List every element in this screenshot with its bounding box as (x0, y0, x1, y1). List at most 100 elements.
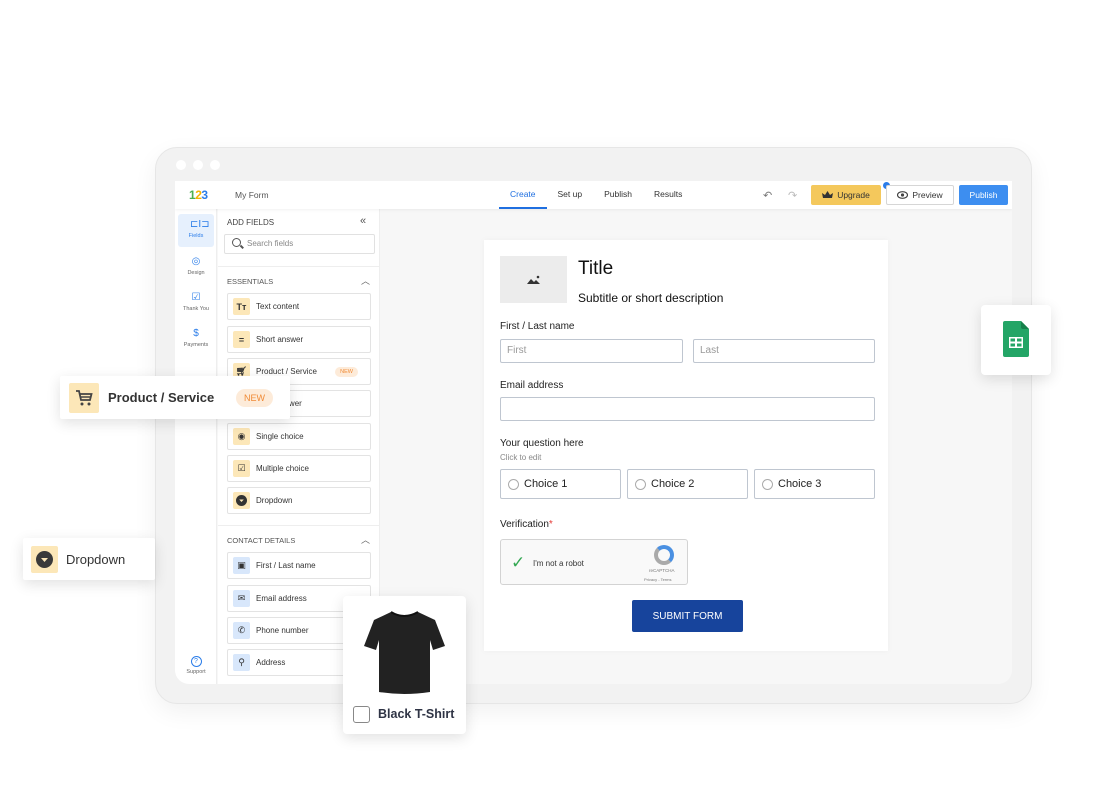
question-label[interactable]: Your question here (500, 438, 584, 449)
form-name[interactable]: My Form (235, 190, 269, 200)
recaptcha-logo-icon (654, 545, 674, 565)
first-name-input[interactable]: First (500, 339, 683, 363)
logo-digit: 3 (201, 188, 208, 202)
window-dot (210, 160, 220, 170)
field-label: Address (256, 658, 286, 667)
field-first-last-name[interactable]: ▣ First / Last name (227, 552, 371, 579)
window-dots (176, 160, 220, 170)
section-title: ESSENTIALS (227, 277, 274, 286)
email-label: Email address (500, 380, 564, 391)
support-label: Support (186, 669, 206, 675)
chevron-up-icon: ︿ (361, 276, 371, 286)
logo[interactable]: 123 (189, 188, 208, 202)
question-hint: Click to edit (500, 453, 542, 462)
chevron-up-icon: ︿ (361, 535, 371, 545)
field-label: Single choice (256, 432, 304, 441)
rail-item-label: Fields (188, 233, 204, 239)
form-canvas: Title Subtitle or short description Firs… (381, 209, 1012, 684)
help-icon: ? (190, 656, 202, 667)
choice-option[interactable]: Choice 2 (627, 469, 748, 499)
name-label: First / Last name (500, 321, 575, 332)
section-essentials[interactable]: ESSENTIALS ︿ (218, 266, 380, 292)
product-checkbox[interactable] (353, 706, 370, 723)
search-fields-input[interactable]: Search fields (224, 234, 375, 254)
tab-results[interactable]: Results (643, 181, 693, 209)
choice-label: Choice 1 (524, 478, 568, 490)
envelope-icon: ✉ (233, 590, 250, 607)
main-tabs: Create Set up Publish Results (499, 181, 693, 209)
captcha-text: I'm not a robot (533, 559, 584, 568)
publish-button[interactable]: Publish (959, 185, 1008, 205)
field-label: Multiple choice (256, 464, 309, 473)
short-answer-icon: = (233, 331, 250, 348)
upgrade-button[interactable]: Upgrade (811, 185, 881, 205)
choice-label: Choice 2 (651, 478, 695, 490)
rail-item-payments[interactable]: $ Payments (178, 323, 214, 356)
window-dot (176, 160, 186, 170)
fields-icon: ⊏I⊐ (190, 219, 210, 230)
checkbox-icon: ☑ (233, 460, 250, 477)
tab-create[interactable]: Create (499, 181, 547, 209)
contact-card-icon: ▣ (233, 557, 250, 574)
image-placeholder[interactable] (500, 256, 567, 303)
captcha-links[interactable]: Privacy - Terms (644, 577, 671, 582)
panel-title: ADD FIELDS (227, 218, 275, 227)
form-builder-app: 123 My Form Create Set up Publish Result… (175, 181, 1012, 684)
undo-icon[interactable]: ↶ (763, 189, 772, 202)
rail-item-label: Design (187, 270, 205, 276)
form-subtitle[interactable]: Subtitle or short description (578, 291, 723, 305)
radio-button[interactable] (762, 478, 773, 490)
dollar-icon: $ (193, 328, 199, 339)
form-title[interactable]: Title (578, 258, 613, 280)
collapse-panel-icon[interactable]: « (360, 215, 366, 227)
submit-form-button[interactable]: SUBMIT FORM (632, 600, 743, 632)
radio-button[interactable] (508, 478, 519, 490)
verification-label: Verification* (500, 519, 553, 530)
text-icon: Tт (233, 298, 250, 315)
google-sheets-icon (1003, 321, 1029, 357)
field-multiple-choice[interactable]: ☑ Multiple choice (227, 455, 371, 482)
rail-item-design[interactable]: ◎ Design (178, 251, 214, 284)
field-text-content[interactable]: Tт Text content (227, 293, 371, 320)
dropdown-icon (233, 492, 250, 509)
floating-product-service-card[interactable]: Product / Service NEW (60, 376, 290, 419)
rail-item-label: Payments (183, 342, 209, 348)
radio-button[interactable] (635, 478, 646, 490)
redo-icon[interactable]: ↷ (788, 189, 797, 202)
product-label: Black T-Shirt (378, 707, 455, 721)
preview-label: Preview (912, 190, 943, 200)
email-input[interactable] (500, 397, 875, 421)
checkmark-icon[interactable]: ✓ (511, 553, 525, 573)
eye-icon (897, 191, 909, 199)
field-label: Email address (256, 594, 307, 603)
google-sheets-card[interactable] (981, 305, 1051, 375)
field-short-answer[interactable]: = Short answer (227, 326, 371, 353)
tab-setup[interactable]: Set up (547, 181, 594, 209)
tab-publish[interactable]: Publish (593, 181, 643, 209)
preview-button[interactable]: Preview (886, 185, 954, 205)
section-contact-details[interactable]: CONTACT DETAILS ︿ (218, 525, 380, 551)
rail-item-fields[interactable]: ⊏I⊐ Fields (178, 214, 214, 247)
rail-item-thank-you[interactable]: ☑ Thank You (178, 287, 214, 320)
floating-product-card[interactable]: Black T-Shirt (343, 596, 466, 734)
support-button[interactable]: ? Support (178, 656, 214, 675)
card-label: Product / Service (108, 390, 215, 405)
field-label: Text content (256, 302, 300, 311)
icon-rail: ⊏I⊐ Fields ◎ Design ☑ Thank You $ Paymen… (175, 209, 217, 684)
field-single-choice[interactable]: ◉ Single choice (227, 423, 371, 450)
image-icon (526, 275, 540, 284)
top-bar: 123 My Form Create Set up Publish Result… (175, 181, 1012, 209)
search-icon (232, 238, 241, 247)
field-dropdown[interactable]: Dropdown (227, 487, 371, 514)
floating-dropdown-card[interactable]: Dropdown (23, 538, 155, 580)
upgrade-label: Upgrade (837, 190, 870, 200)
new-badge: NEW (335, 366, 358, 377)
location-pin-icon: ⚲ (233, 654, 250, 671)
thank-you-icon: ☑ (191, 292, 201, 303)
last-name-input[interactable]: Last (693, 339, 875, 363)
choice-option[interactable]: Choice 3 (754, 469, 875, 499)
recaptcha-widget[interactable]: ✓ I'm not a robot reCAPTCHA Privacy - Te… (500, 539, 688, 585)
choice-option[interactable]: Choice 1 (500, 469, 621, 499)
tshirt-icon (364, 611, 445, 694)
palette-icon: ◎ (191, 256, 201, 267)
